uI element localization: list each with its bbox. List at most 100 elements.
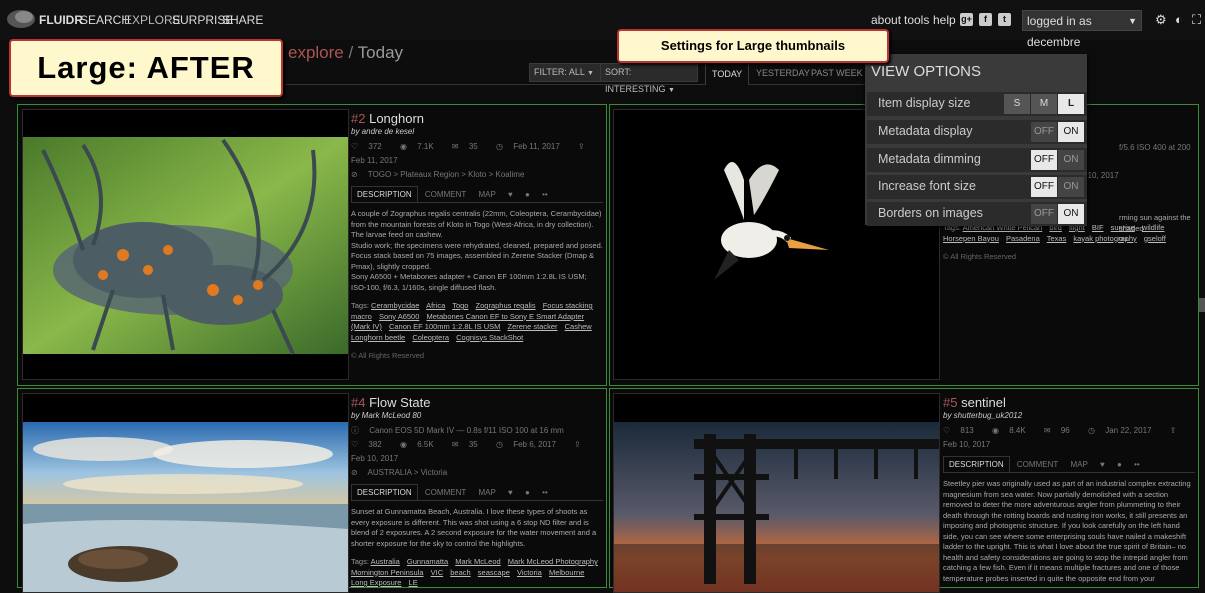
tag-link[interactable]: BIF bbox=[1092, 223, 1104, 232]
location[interactable]: ⊘ TOGO > Plateaux Region > Kloto > Koali… bbox=[351, 170, 532, 179]
tag-link[interactable]: Mark McLeod bbox=[455, 557, 500, 566]
tab-description[interactable]: DESCRIPTION bbox=[943, 456, 1010, 472]
tag-link[interactable]: wildlife bbox=[1142, 223, 1165, 232]
tag-link[interactable]: Mornington Peninsula bbox=[351, 568, 424, 577]
flow-state-photo[interactable] bbox=[23, 394, 348, 592]
nav-share[interactable]: SHARE bbox=[222, 13, 263, 27]
login-select[interactable]: logged in as decembre ▼ bbox=[1022, 10, 1142, 49]
tag-link[interactable]: Sony A6500 bbox=[379, 312, 419, 321]
tag-link[interactable]: Zographus regalis bbox=[476, 301, 536, 310]
heart-icon[interactable]: ♥ bbox=[503, 187, 518, 202]
filter-dropdown[interactable]: FILTER: ALL ▼ bbox=[529, 63, 601, 82]
photo-title[interactable]: #2 Longhorn bbox=[351, 111, 603, 126]
tag-link[interactable]: LE bbox=[409, 578, 418, 587]
tag-link[interactable]: beach bbox=[450, 568, 470, 577]
person-icon[interactable]: ● bbox=[520, 187, 535, 202]
tab-description[interactable]: DESCRIPTION bbox=[351, 186, 418, 202]
tag-link[interactable]: Texas bbox=[1047, 234, 1067, 243]
photo-title[interactable]: #4 Flow State bbox=[351, 395, 603, 410]
photo-title-text[interactable]: Flow State bbox=[369, 395, 430, 410]
gear-icon[interactable]: ⚙ bbox=[1155, 12, 1167, 28]
tag-link[interactable]: kayak photography bbox=[1073, 234, 1136, 243]
borders-on-images-on[interactable]: ON bbox=[1058, 204, 1084, 224]
facebook-icon[interactable]: f bbox=[979, 13, 992, 26]
sentinel-photo[interactable] bbox=[614, 394, 939, 592]
breadcrumb-explore[interactable]: explore bbox=[288, 43, 344, 62]
fluidr-logo-icon[interactable] bbox=[6, 8, 36, 30]
size-m-button[interactable]: M bbox=[1031, 94, 1057, 114]
tag-link[interactable]: Melbourne bbox=[549, 568, 584, 577]
tag-link[interactable]: Long Exposure bbox=[351, 578, 401, 587]
tab-map[interactable]: MAP bbox=[473, 187, 500, 202]
more-icon[interactable]: •• bbox=[1129, 457, 1145, 472]
location[interactable]: ⊘ AUSTRALIA > Victoria bbox=[351, 468, 455, 477]
tag-link[interactable]: Focus stacking bbox=[543, 301, 593, 310]
brand-link[interactable]: FLUIDR bbox=[39, 13, 83, 27]
borders-on-images-off[interactable]: OFF bbox=[1031, 204, 1057, 224]
tab-description[interactable]: DESCRIPTION bbox=[351, 484, 418, 500]
fullscreen-icon[interactable]: ⛶ bbox=[1192, 12, 1201, 28]
photo-title[interactable]: #5 sentinel bbox=[943, 395, 1195, 410]
sort-dropdown[interactable]: SORT: INTERESTING ▼ bbox=[600, 63, 698, 94]
tab-comment[interactable]: COMMENT bbox=[420, 485, 471, 500]
tab-past-week[interactable]: PAST WEEK bbox=[805, 62, 869, 84]
more-icon[interactable]: •• bbox=[537, 485, 553, 500]
person-icon[interactable]: ● bbox=[1112, 457, 1127, 472]
tag-link[interactable]: Cognisys StackShot bbox=[456, 333, 523, 342]
tag-link[interactable]: VIC bbox=[431, 568, 444, 577]
taken-stat: ◷ Jan 22, 2017 bbox=[1088, 426, 1159, 435]
twitter-icon[interactable]: t bbox=[998, 13, 1011, 26]
tag-link[interactable]: Pasadena bbox=[1006, 234, 1040, 243]
increase-font-size-on[interactable]: ON bbox=[1058, 177, 1084, 197]
nav-search[interactable]: SEARCH bbox=[80, 13, 130, 27]
tag-link[interactable]: Zerene stacker bbox=[507, 322, 557, 331]
size-s-button[interactable]: S bbox=[1004, 94, 1030, 114]
tag-link[interactable]: Australia bbox=[371, 557, 400, 566]
heart-icon[interactable]: ♥ bbox=[1095, 457, 1110, 472]
tag-link[interactable]: sunrise bbox=[1111, 223, 1135, 232]
size-l-button[interactable]: L bbox=[1058, 94, 1084, 114]
help-link[interactable]: help bbox=[933, 13, 956, 27]
metadata-display-off[interactable]: OFF bbox=[1031, 122, 1057, 142]
tag-link[interactable]: Mark McLeod Photography bbox=[508, 557, 598, 566]
tag-link[interactable]: Togo bbox=[452, 301, 468, 310]
tag-link[interactable]: seascape bbox=[478, 568, 510, 577]
heart-icon[interactable]: ♥ bbox=[503, 485, 518, 500]
tab-map[interactable]: MAP bbox=[1065, 457, 1092, 472]
metadata-dimming-on[interactable]: ON bbox=[1058, 150, 1084, 170]
metadata-display-on[interactable]: ON bbox=[1058, 122, 1084, 142]
tab-today[interactable]: TODAY bbox=[705, 62, 750, 85]
gplus-icon[interactable]: g+ bbox=[960, 13, 973, 26]
tag-link[interactable]: Coleoptera bbox=[412, 333, 449, 342]
tag-link[interactable]: macro bbox=[351, 312, 372, 321]
longhorn-beetle-photo[interactable] bbox=[23, 110, 348, 379]
photo-title-text[interactable]: sentinel bbox=[961, 395, 1006, 410]
photo-frame[interactable] bbox=[22, 109, 349, 380]
increase-font-size-off[interactable]: OFF bbox=[1031, 177, 1057, 197]
tag-link[interactable]: Gunnamatta bbox=[407, 557, 448, 566]
photo-author[interactable]: by Mark McLeod 80 bbox=[351, 411, 603, 420]
more-icon[interactable]: •• bbox=[537, 187, 553, 202]
photo-frame[interactable] bbox=[613, 393, 940, 593]
tab-comment[interactable]: COMMENT bbox=[1012, 457, 1063, 472]
tab-comment[interactable]: COMMENT bbox=[420, 187, 471, 202]
photo-frame[interactable] bbox=[22, 393, 349, 593]
tag-link[interactable]: Longhorn beetle bbox=[351, 333, 405, 342]
photo-author[interactable]: by andre de kesel bbox=[351, 127, 603, 136]
contrast-icon[interactable]: ◐ bbox=[1175, 12, 1183, 27]
scrollbar-thumb[interactable] bbox=[1199, 298, 1205, 312]
tag-link[interactable]: Victoria bbox=[517, 568, 542, 577]
tag-link[interactable]: Cerambycidae bbox=[371, 301, 419, 310]
about-link[interactable]: about bbox=[871, 13, 901, 27]
person-icon[interactable]: ● bbox=[520, 485, 535, 500]
metadata-dimming-off[interactable]: OFF bbox=[1031, 150, 1057, 170]
tag-link[interactable]: Cashew bbox=[565, 322, 592, 331]
tab-map[interactable]: MAP bbox=[473, 485, 500, 500]
photo-title-text[interactable]: Longhorn bbox=[369, 111, 424, 126]
tools-link[interactable]: tools bbox=[904, 13, 929, 27]
tag-link[interactable]: gseloff bbox=[1144, 234, 1166, 243]
tag-link[interactable]: Horsepen Bayou bbox=[943, 234, 999, 243]
photo-author[interactable]: by shutterbug_uk2012 bbox=[943, 411, 1195, 420]
tag-link[interactable]: Africa bbox=[426, 301, 445, 310]
tag-link[interactable]: Canon EF 100mm 1:2.8L IS USM bbox=[389, 322, 500, 331]
